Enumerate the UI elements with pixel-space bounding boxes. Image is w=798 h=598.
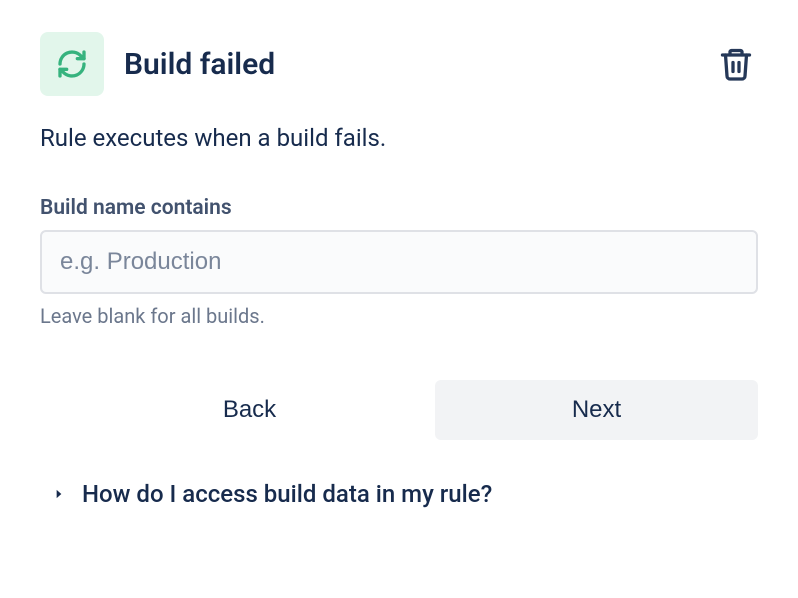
next-button[interactable]: Next xyxy=(435,380,758,440)
help-expand-text: How do I access build data in my rule? xyxy=(82,480,492,508)
build-name-label: Build name contains xyxy=(40,196,758,220)
build-name-input[interactable] xyxy=(40,230,758,294)
page-title: Build failed xyxy=(124,47,275,82)
chevron-right-icon xyxy=(52,487,66,501)
rule-description: Rule executes when a build fails. xyxy=(40,124,758,152)
delete-button[interactable] xyxy=(714,42,758,86)
trash-icon xyxy=(718,46,754,82)
header: Build failed xyxy=(40,32,758,96)
back-button[interactable]: Back xyxy=(88,380,411,440)
help-expand[interactable]: How do I access build data in my rule? xyxy=(40,476,758,512)
refresh-icon xyxy=(56,48,88,80)
build-name-helper: Leave blank for all builds. xyxy=(40,304,758,328)
refresh-icon-box xyxy=(40,32,104,96)
button-row: Back Next xyxy=(40,380,758,440)
header-left: Build failed xyxy=(40,32,275,96)
